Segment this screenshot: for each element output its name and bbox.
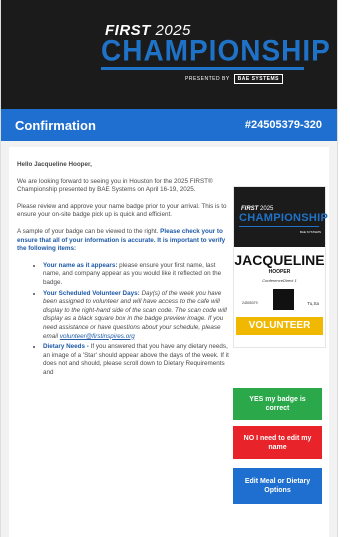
greeting: Hello Jacqueline Hooper, [17, 161, 92, 168]
list-item-label: Your name as it appears: [43, 261, 118, 269]
badge-company: HOOPER [268, 269, 291, 275]
volunteer-email-link[interactable]: volunteer@firstinspires.org [60, 333, 135, 340]
badge-role: VOLUNTEER [236, 317, 323, 335]
badge-preview: FIRST 2025 CHAMPIONSHIP BAE SYSTEMS JACQ… [233, 186, 329, 348]
review-paragraph: Please review and approve your name badg… [17, 202, 227, 219]
badge-event: CHAMPIONSHIP [239, 212, 329, 224]
sponsor-line: PRESENTED BY BAE SYSTEMS [185, 74, 283, 84]
header-banner: FIRST 2025 CHAMPIONSHIP PRESENTED BY BAE… [1, 0, 337, 109]
confirmation-title: Confirmation [15, 117, 96, 133]
confirm-badge-button[interactable]: YES my badge is correct [233, 388, 322, 420]
badge-header: FIRST 2025 CHAMPIONSHIP BAE SYSTEMS [234, 187, 329, 247]
email-body: Hello Jacqueline Hooper, We are looking … [1, 141, 337, 537]
instructions-paragraph: A sample of your badge can be viewed to … [17, 228, 229, 254]
qr-code-icon [273, 289, 294, 310]
badge-id: 24505379 [242, 301, 258, 305]
sponsor-logo: BAE SYSTEMS [233, 74, 283, 84]
badge-conference: ConferenceDirect 1 [262, 278, 297, 283]
edit-name-button[interactable]: NO I need to edit my name [233, 426, 322, 459]
message-text: Hello Jacqueline Hooper, We are looking … [17, 161, 229, 379]
brand-event: CHAMPIONSHIP [101, 34, 331, 67]
confirmation-bar: Confirmation #24505379-320 [1, 109, 337, 141]
sample-text: A sample of your badge can be viewed to … [17, 227, 159, 235]
list-item: Dietary Needs - If you answered that you… [43, 343, 229, 377]
badge-name: JACQUELINE [234, 252, 325, 268]
list-item: Your Scheduled Volunteer Days: Day(s) of… [43, 290, 229, 342]
list-item-label: Dietary Needs - [43, 343, 89, 351]
confirmation-number: #24505379-320 [244, 119, 322, 131]
badge-days: Tu,Sa [307, 301, 319, 306]
email-frame: FIRST 2025 CHAMPIONSHIP PRESENTED BY BAE… [0, 0, 338, 537]
badge-sponsor: BAE SYSTEMS [299, 230, 321, 234]
list-item: Your name as it appears: please ensure y… [43, 262, 229, 288]
presented-by-text: PRESENTED BY [185, 76, 230, 82]
intro-paragraph: We are looking forward to seeing you in … [17, 177, 213, 194]
brand-underline [101, 67, 304, 70]
edit-meal-button[interactable]: Edit Meal or Dietary Options [233, 468, 322, 504]
list-item-label: Your Scheduled Volunteer Days: [43, 289, 140, 297]
verify-list: Your name as it appears: please ensure y… [17, 262, 229, 378]
badge-underline [239, 226, 319, 227]
